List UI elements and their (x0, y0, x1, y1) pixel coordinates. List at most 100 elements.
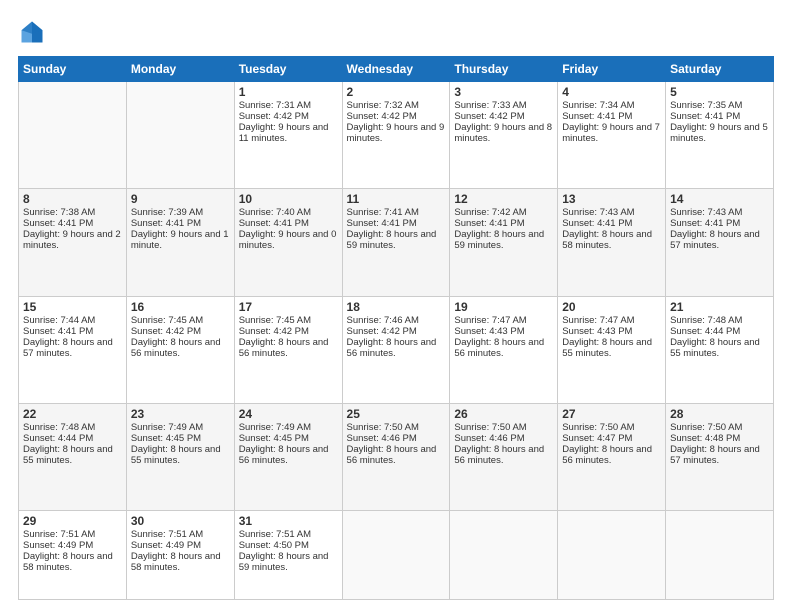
header (18, 18, 774, 46)
sunset-text: Sunset: 4:45 PM (239, 433, 309, 444)
sunrise-text: Sunrise: 7:43 AM (562, 207, 634, 218)
daylight-text: Daylight: 8 hours and 59 minutes. (347, 229, 437, 251)
sunset-text: Sunset: 4:42 PM (347, 111, 417, 122)
calendar-cell: 8Sunrise: 7:38 AMSunset: 4:41 PMDaylight… (19, 189, 127, 296)
daylight-text: Daylight: 8 hours and 57 minutes. (670, 444, 760, 466)
calendar-cell: 31Sunrise: 7:51 AMSunset: 4:50 PMDayligh… (234, 511, 342, 600)
calendar-cell (342, 511, 450, 600)
sunset-text: Sunset: 4:46 PM (454, 433, 524, 444)
col-header-sunday: Sunday (19, 57, 127, 82)
calendar-cell (558, 511, 666, 600)
sunrise-text: Sunrise: 7:50 AM (562, 422, 634, 433)
sunset-text: Sunset: 4:45 PM (131, 433, 201, 444)
sunset-text: Sunset: 4:43 PM (454, 326, 524, 337)
daylight-text: Daylight: 8 hours and 56 minutes. (562, 444, 652, 466)
calendar-cell: 30Sunrise: 7:51 AMSunset: 4:49 PMDayligh… (126, 511, 234, 600)
daylight-text: Daylight: 8 hours and 57 minutes. (670, 229, 760, 251)
calendar-cell: 20Sunrise: 7:47 AMSunset: 4:43 PMDayligh… (558, 296, 666, 403)
sunset-text: Sunset: 4:43 PM (562, 326, 632, 337)
sunset-text: Sunset: 4:47 PM (562, 433, 632, 444)
logo (18, 18, 50, 46)
sunset-text: Sunset: 4:48 PM (670, 433, 740, 444)
sunrise-text: Sunrise: 7:45 AM (131, 315, 203, 326)
sunrise-text: Sunrise: 7:41 AM (347, 207, 419, 218)
day-number: 22 (23, 407, 122, 421)
daylight-text: Daylight: 8 hours and 56 minutes. (131, 337, 221, 359)
day-number: 21 (670, 300, 769, 314)
sunset-text: Sunset: 4:44 PM (23, 433, 93, 444)
day-number: 9 (131, 192, 230, 206)
day-number: 2 (347, 85, 446, 99)
sunset-text: Sunset: 4:42 PM (239, 326, 309, 337)
sunset-text: Sunset: 4:46 PM (347, 433, 417, 444)
daylight-text: Daylight: 8 hours and 57 minutes. (23, 337, 113, 359)
sunset-text: Sunset: 4:41 PM (23, 326, 93, 337)
daylight-text: Daylight: 8 hours and 56 minutes. (239, 444, 329, 466)
daylight-text: Daylight: 8 hours and 59 minutes. (454, 229, 544, 251)
sunset-text: Sunset: 4:41 PM (562, 218, 632, 229)
sunrise-text: Sunrise: 7:42 AM (454, 207, 526, 218)
calendar-cell: 2Sunrise: 7:32 AMSunset: 4:42 PMDaylight… (342, 82, 450, 189)
daylight-text: Daylight: 9 hours and 11 minutes. (239, 122, 329, 144)
daylight-text: Daylight: 8 hours and 56 minutes. (454, 444, 544, 466)
sunset-text: Sunset: 4:41 PM (347, 218, 417, 229)
daylight-text: Daylight: 8 hours and 55 minutes. (670, 337, 760, 359)
sunrise-text: Sunrise: 7:51 AM (23, 529, 95, 540)
day-number: 3 (454, 85, 553, 99)
sunrise-text: Sunrise: 7:49 AM (239, 422, 311, 433)
day-number: 26 (454, 407, 553, 421)
day-number: 4 (562, 85, 661, 99)
day-number: 30 (131, 514, 230, 528)
calendar-cell: 21Sunrise: 7:48 AMSunset: 4:44 PMDayligh… (666, 296, 774, 403)
daylight-text: Daylight: 9 hours and 2 minutes. (23, 229, 121, 251)
sunset-text: Sunset: 4:49 PM (23, 540, 93, 551)
col-header-saturday: Saturday (666, 57, 774, 82)
calendar-cell (19, 82, 127, 189)
sunrise-text: Sunrise: 7:48 AM (670, 315, 742, 326)
sunset-text: Sunset: 4:42 PM (347, 326, 417, 337)
sunrise-text: Sunrise: 7:31 AM (239, 100, 311, 111)
calendar-cell: 16Sunrise: 7:45 AMSunset: 4:42 PMDayligh… (126, 296, 234, 403)
sunset-text: Sunset: 4:41 PM (239, 218, 309, 229)
calendar-cell: 17Sunrise: 7:45 AMSunset: 4:42 PMDayligh… (234, 296, 342, 403)
sunset-text: Sunset: 4:42 PM (454, 111, 524, 122)
day-number: 24 (239, 407, 338, 421)
page: SundayMondayTuesdayWednesdayThursdayFrid… (0, 0, 792, 612)
day-number: 18 (347, 300, 446, 314)
daylight-text: Daylight: 9 hours and 1 minute. (131, 229, 229, 251)
daylight-text: Daylight: 8 hours and 59 minutes. (239, 551, 329, 573)
day-number: 5 (670, 85, 769, 99)
sunrise-text: Sunrise: 7:34 AM (562, 100, 634, 111)
day-number: 10 (239, 192, 338, 206)
daylight-text: Daylight: 8 hours and 56 minutes. (347, 337, 437, 359)
sunrise-text: Sunrise: 7:44 AM (23, 315, 95, 326)
sunrise-text: Sunrise: 7:49 AM (131, 422, 203, 433)
calendar-cell: 13Sunrise: 7:43 AMSunset: 4:41 PMDayligh… (558, 189, 666, 296)
sunrise-text: Sunrise: 7:48 AM (23, 422, 95, 433)
daylight-text: Daylight: 8 hours and 56 minutes. (239, 337, 329, 359)
calendar-cell: 9Sunrise: 7:39 AMSunset: 4:41 PMDaylight… (126, 189, 234, 296)
day-number: 12 (454, 192, 553, 206)
day-number: 29 (23, 514, 122, 528)
daylight-text: Daylight: 8 hours and 58 minutes. (23, 551, 113, 573)
daylight-text: Daylight: 8 hours and 55 minutes. (562, 337, 652, 359)
calendar-cell: 10Sunrise: 7:40 AMSunset: 4:41 PMDayligh… (234, 189, 342, 296)
col-header-wednesday: Wednesday (342, 57, 450, 82)
col-header-tuesday: Tuesday (234, 57, 342, 82)
sunrise-text: Sunrise: 7:51 AM (131, 529, 203, 540)
daylight-text: Daylight: 8 hours and 56 minutes. (347, 444, 437, 466)
calendar-cell: 19Sunrise: 7:47 AMSunset: 4:43 PMDayligh… (450, 296, 558, 403)
sunset-text: Sunset: 4:41 PM (454, 218, 524, 229)
day-number: 17 (239, 300, 338, 314)
calendar-cell: 4Sunrise: 7:34 AMSunset: 4:41 PMDaylight… (558, 82, 666, 189)
sunrise-text: Sunrise: 7:38 AM (23, 207, 95, 218)
sunrise-text: Sunrise: 7:45 AM (239, 315, 311, 326)
sunrise-text: Sunrise: 7:40 AM (239, 207, 311, 218)
sunset-text: Sunset: 4:41 PM (562, 111, 632, 122)
day-number: 31 (239, 514, 338, 528)
day-number: 15 (23, 300, 122, 314)
sunset-text: Sunset: 4:41 PM (131, 218, 201, 229)
daylight-text: Daylight: 9 hours and 8 minutes. (454, 122, 552, 144)
day-number: 8 (23, 192, 122, 206)
calendar-cell (666, 511, 774, 600)
